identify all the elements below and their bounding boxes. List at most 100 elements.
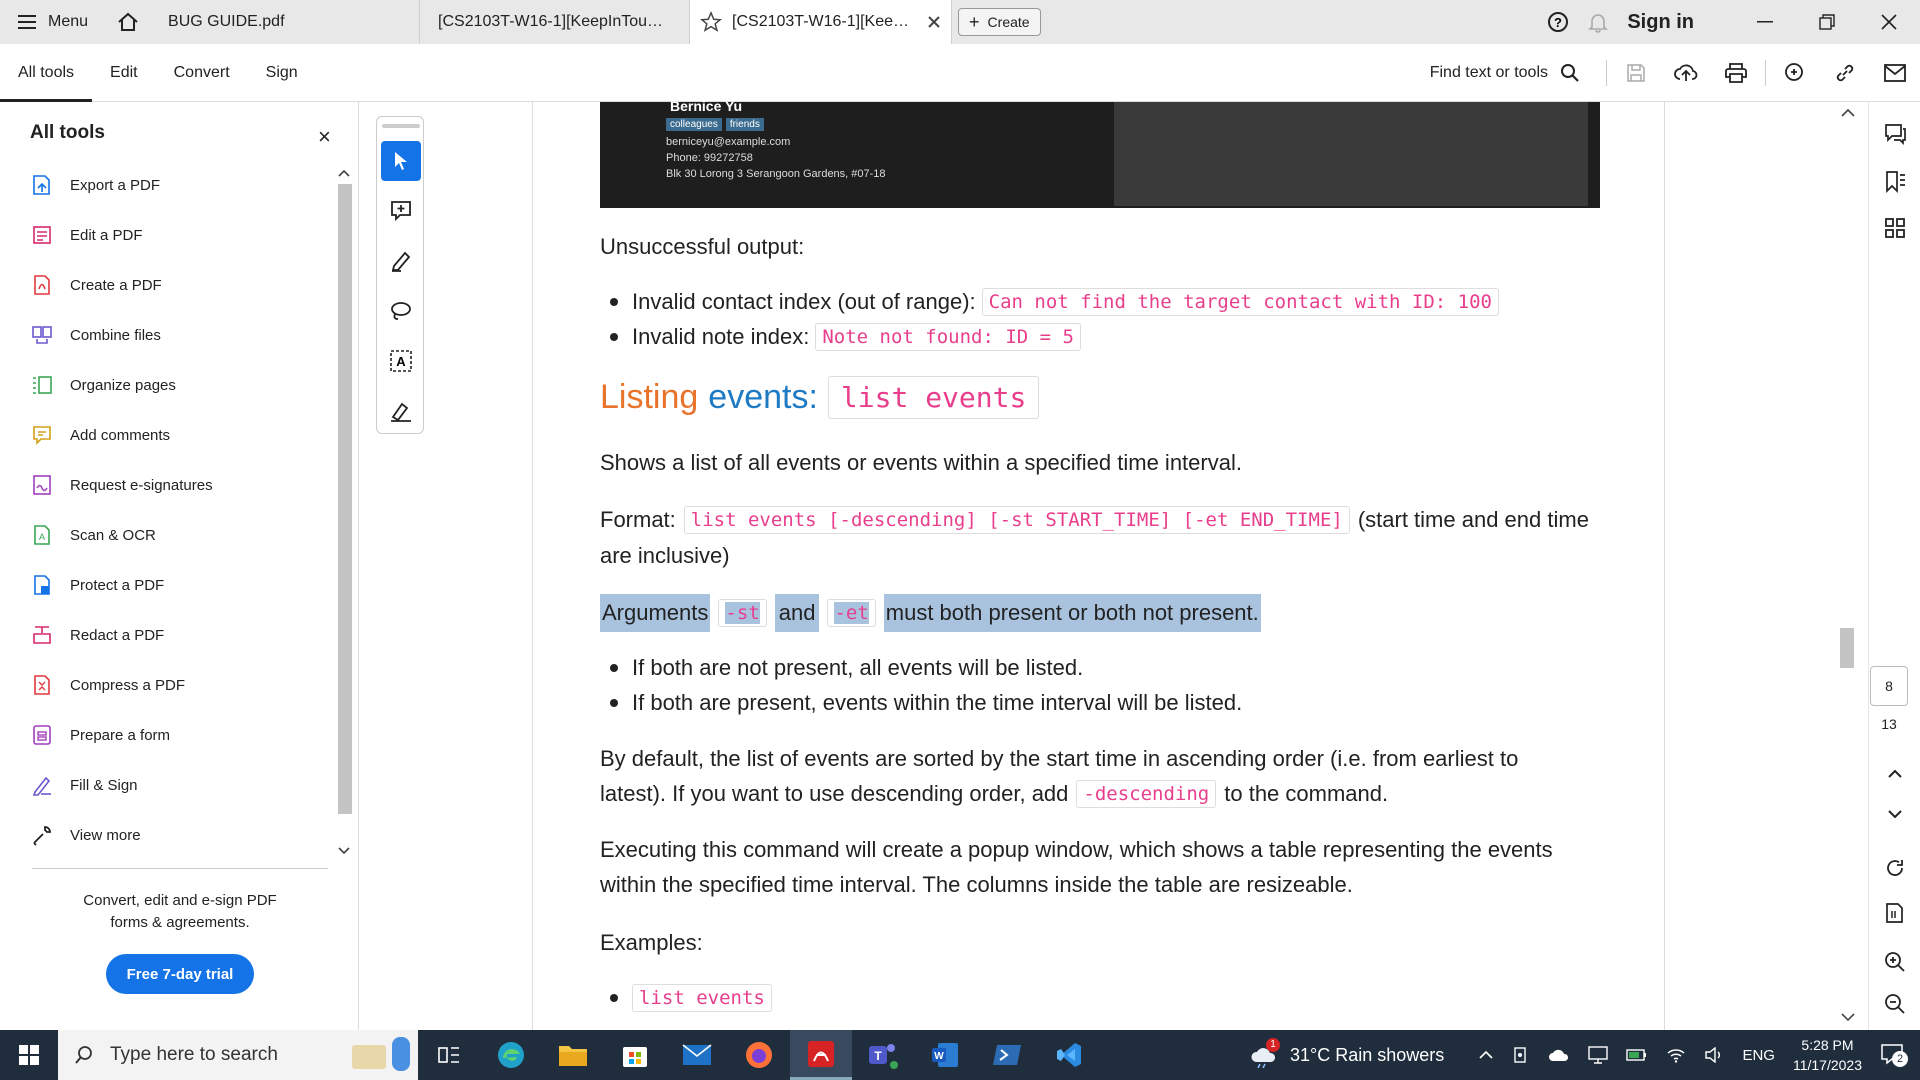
selected-code[interactable]: -st [725,602,760,624]
highlight-tool-button[interactable] [381,241,421,281]
wifi-icon[interactable] [1666,1047,1686,1063]
ai-assistant-button[interactable] [1770,44,1820,102]
menu-sign[interactable]: Sign [248,44,316,102]
vscode-app[interactable] [1038,1030,1100,1080]
menu-convert[interactable]: Convert [156,44,248,102]
store-app[interactable] [604,1030,666,1080]
zoom-in-button[interactable] [1881,948,1909,976]
comments-panel-button[interactable] [1881,120,1909,148]
edge-app[interactable] [480,1030,542,1080]
scrollbar-thumb[interactable] [338,184,352,814]
tool-fill-sign[interactable]: Fill & Sign [30,760,330,810]
device-icon[interactable] [1512,1046,1530,1064]
print-icon [1725,62,1747,83]
create-button[interactable]: + Create [958,8,1041,36]
tool-compress-pdf[interactable]: Compress a PDF [30,660,330,710]
tool-scan-ocr[interactable]: A Scan & OCR [30,510,330,560]
tool-protect-pdf[interactable]: Protect a PDF [30,560,330,610]
scroll-up-icon[interactable] [336,166,352,180]
selected-code[interactable]: -et [834,602,869,624]
previous-page-button[interactable] [1881,760,1909,788]
bell-icon[interactable] [1587,11,1609,33]
clock[interactable]: 5:28 PM 11/17/2023 [1793,1035,1862,1075]
scroll-down-icon[interactable] [336,844,352,858]
onedrive-icon[interactable] [1548,1048,1570,1062]
tool-add-comments[interactable]: Add comments [30,410,330,460]
scroll-down-icon[interactable] [1838,1010,1858,1024]
star-icon[interactable] [700,11,723,33]
home-button[interactable] [106,0,150,44]
strip-grip[interactable] [382,124,420,128]
tool-view-more[interactable]: View more [30,810,330,860]
selected-text[interactable]: must both present or both not present. [883,594,1261,632]
page-display-button[interactable] [1881,900,1909,928]
minimize-button[interactable] [1734,0,1796,44]
language-indicator[interactable]: ENG [1742,1047,1775,1064]
tool-edit-pdf[interactable]: Edit a PDF [30,210,330,260]
help-icon[interactable]: ? [1547,11,1569,33]
task-view-button[interactable] [418,1030,480,1080]
scrollbar-thumb[interactable] [1840,628,1854,668]
add-comment-tool-button[interactable] [381,191,421,231]
scroll-up-icon[interactable] [1838,106,1858,120]
close-panel-icon[interactable]: × [318,124,331,150]
zoom-out-button[interactable] [1881,990,1909,1018]
teams-app[interactable]: T [852,1030,914,1080]
svg-text:?: ? [1554,15,1562,30]
battery-icon[interactable] [1626,1048,1648,1062]
tool-create-pdf[interactable]: Create a PDF [30,260,330,310]
next-page-button[interactable] [1881,800,1909,828]
share-link-button[interactable] [1820,44,1870,102]
close-tab-icon[interactable] [927,15,941,29]
tool-redact-pdf[interactable]: Redact a PDF [30,610,330,660]
tab-keepintouch-ug[interactable]: [CS2103T-W16-1][KeepInT... [690,0,953,44]
restore-button[interactable] [1796,0,1858,44]
taskbar-search[interactable]: Type here to search [58,1030,418,1080]
email-button[interactable] [1870,44,1920,102]
file-explorer-app[interactable] [542,1030,604,1080]
close-window-button[interactable] [1858,0,1920,44]
tool-export-pdf[interactable]: Export a PDF [30,160,330,210]
draw-tool-button[interactable] [381,291,421,331]
menu-button[interactable]: Menu [0,0,106,44]
print-button[interactable] [1711,44,1761,102]
paragraph-line: within the specified time interval. The … [600,872,1353,897]
acrobat-app[interactable] [790,1030,852,1080]
tool-prepare-form[interactable]: Prepare a form [30,710,330,760]
select-tool-button[interactable] [381,141,421,181]
format-label: Format: [600,507,676,532]
save-button[interactable] [1611,44,1661,102]
tool-request-esignatures[interactable]: Request e-signatures [30,460,330,510]
contact-card-screenshot: Bernice Yu colleagues friends berniceyu@… [600,98,1600,208]
selected-text[interactable]: and [774,594,820,632]
monitor-icon[interactable] [1588,1046,1609,1064]
tool-combine-files[interactable]: Combine files [30,310,330,360]
word-app[interactable]: W [914,1030,976,1080]
free-trial-button[interactable]: Free 7-day trial [106,954,254,994]
volume-icon[interactable] [1704,1047,1724,1063]
firefox-app[interactable] [728,1030,790,1080]
tool-organize-pages[interactable]: Organize pages [30,360,330,410]
rotate-button[interactable] [1881,854,1909,882]
text-tool-button[interactable]: A [381,341,421,381]
sign-in-button[interactable]: Sign in [1627,11,1694,34]
selected-text[interactable]: Arguments [600,594,711,632]
chevron-up-icon[interactable] [1478,1050,1494,1060]
tab-bug-guide[interactable]: BUG GUIDE.pdf [150,0,421,44]
mail-app[interactable] [666,1030,728,1080]
tab-keepintouch-dg[interactable]: [CS2103T-W16-1][KeepInTouch]D... [420,0,691,44]
find-text-tools[interactable]: Find text or tools [1430,63,1580,83]
bookmarks-button[interactable] [1881,168,1909,196]
current-page-input[interactable]: 8 [1870,666,1908,706]
menu-edit[interactable]: Edit [92,44,156,102]
powershell-app[interactable] [976,1030,1038,1080]
notifications-button[interactable]: 2 [1880,1043,1910,1067]
document-scrollbar[interactable] [1836,102,1856,1030]
thumbnails-button[interactable] [1881,214,1909,242]
sign-tool-button[interactable] [381,391,421,431]
menu-all-tools[interactable]: All tools [0,44,93,102]
weather-widget[interactable]: 1 31°C Rain showers [1250,1038,1444,1069]
start-button[interactable] [0,1030,58,1080]
upload-button[interactable] [1661,44,1711,102]
panel-scrollbar[interactable] [336,164,352,864]
